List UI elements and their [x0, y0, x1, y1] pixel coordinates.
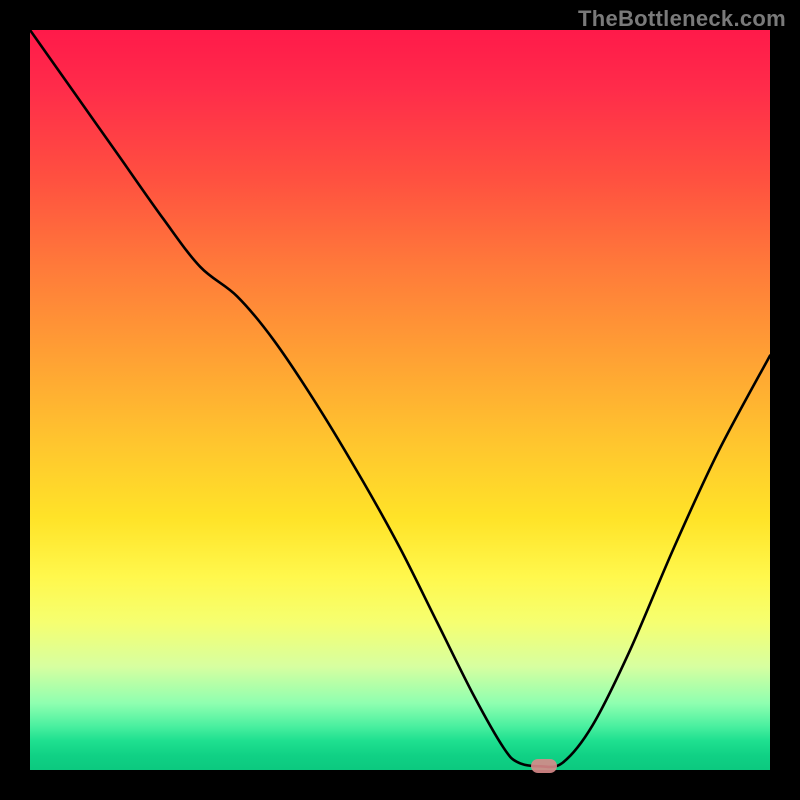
chart-stage: TheBottleneck.com: [0, 0, 800, 800]
plot-area: [30, 30, 770, 770]
curve-path: [30, 30, 770, 767]
watermark-text: TheBottleneck.com: [578, 6, 786, 32]
bottleneck-curve: [30, 30, 770, 770]
bottleneck-marker: [531, 759, 557, 773]
